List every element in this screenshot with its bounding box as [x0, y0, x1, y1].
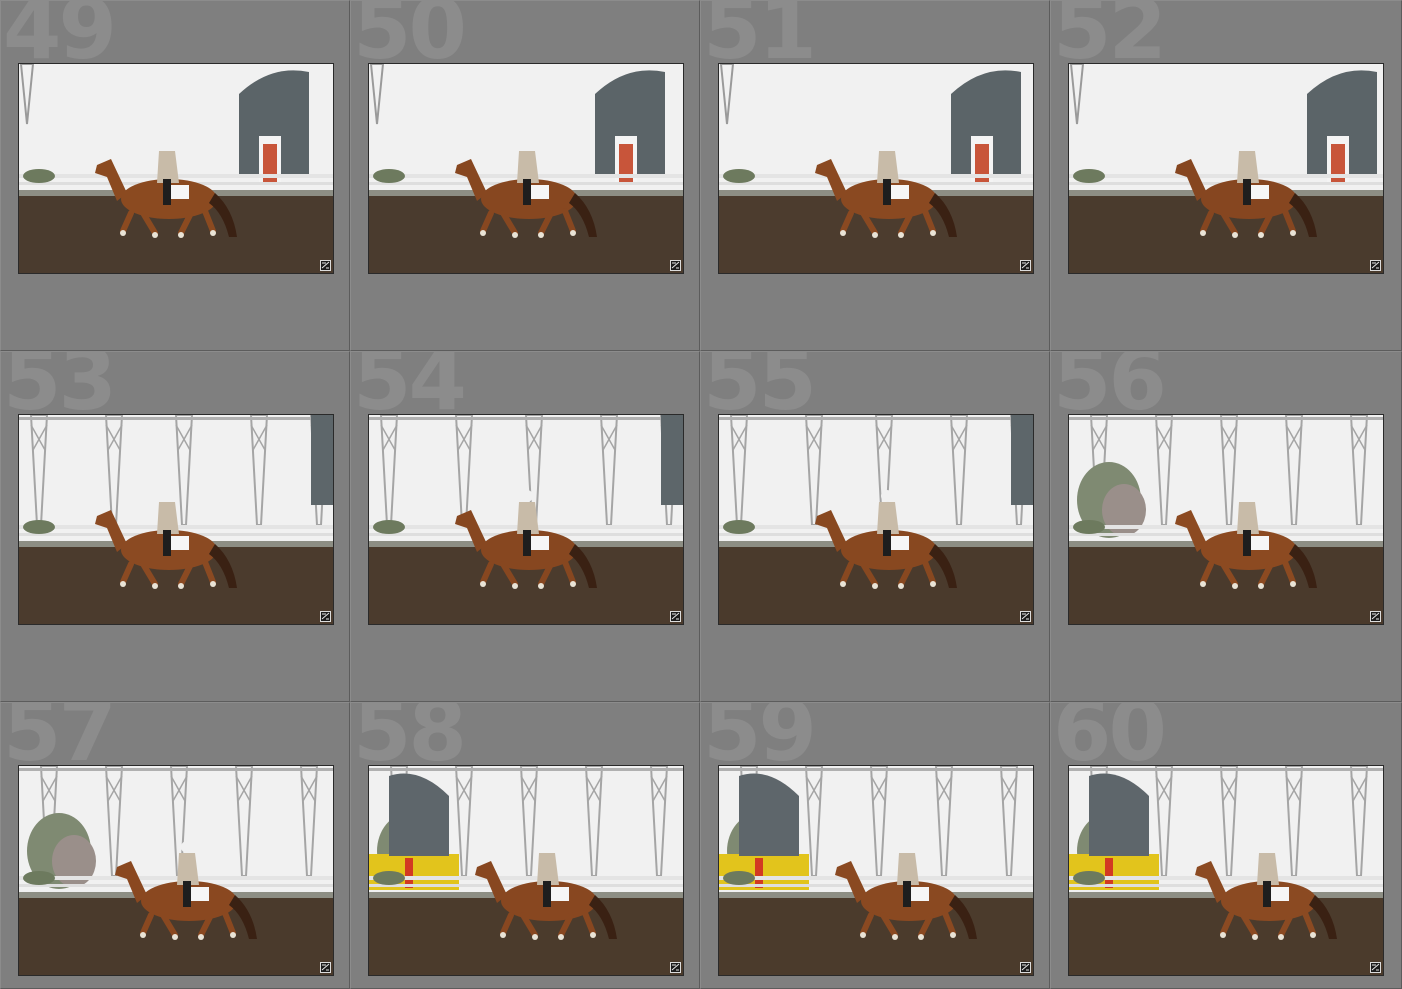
frame-number: 50: [353, 0, 467, 78]
photo-thumbnail[interactable]: [368, 765, 684, 976]
thumbnail-cell[interactable]: 57: [0, 702, 350, 989]
thumbnail-cell[interactable]: 60: [1050, 702, 1402, 989]
dressage-horse-photo: [719, 766, 1033, 975]
thumbnail-cell[interactable]: 58: [350, 702, 700, 989]
dressage-horse-photo: [719, 415, 1033, 624]
photo-thumbnail[interactable]: [18, 63, 334, 274]
thumbnail-cell[interactable]: 52: [1050, 0, 1402, 351]
frame-number: 55: [703, 351, 817, 429]
photo-thumbnail[interactable]: [718, 765, 1034, 976]
frame-number: 49: [3, 0, 117, 78]
edit-adjustments-icon[interactable]: [1020, 962, 1031, 973]
edit-adjustments-icon[interactable]: [320, 611, 331, 622]
dressage-horse-photo: [1069, 415, 1383, 624]
thumbnail-cell[interactable]: 55: [700, 351, 1050, 702]
frame-number: 57: [3, 702, 117, 780]
photo-thumbnail[interactable]: [1068, 765, 1384, 976]
edit-adjustments-icon[interactable]: [1370, 260, 1381, 271]
edit-adjustments-icon[interactable]: [1370, 611, 1381, 622]
frame-number: 52: [1053, 0, 1167, 78]
thumbnail-cell[interactable]: 53: [0, 351, 350, 702]
photo-thumbnail[interactable]: [18, 765, 334, 976]
thumbnail-cell[interactable]: 51: [700, 0, 1050, 351]
edit-adjustments-icon[interactable]: [1020, 260, 1031, 271]
dressage-horse-photo: [19, 415, 333, 624]
frame-number: 56: [1053, 351, 1167, 429]
dressage-horse-photo: [369, 415, 683, 624]
dressage-horse-photo: [1069, 64, 1383, 273]
edit-adjustments-icon[interactable]: [1370, 962, 1381, 973]
dressage-horse-photo: [369, 64, 683, 273]
photo-thumbnail[interactable]: [1068, 414, 1384, 625]
thumbnail-cell[interactable]: 59: [700, 702, 1050, 989]
dressage-horse-photo: [1069, 766, 1383, 975]
thumbnail-grid: 49 50 51 52 53 54 55 56 57 58 59 60: [0, 0, 1402, 989]
photo-thumbnail[interactable]: [18, 414, 334, 625]
dressage-horse-photo: [719, 64, 1033, 273]
frame-number: 51: [703, 0, 817, 78]
thumbnail-cell[interactable]: 49: [0, 0, 350, 351]
thumbnail-cell[interactable]: 54: [350, 351, 700, 702]
photo-thumbnail[interactable]: [368, 63, 684, 274]
photo-thumbnail[interactable]: [718, 63, 1034, 274]
edit-adjustments-icon[interactable]: [1020, 611, 1031, 622]
thumbnail-cell[interactable]: 50: [350, 0, 700, 351]
dressage-horse-photo: [19, 64, 333, 273]
frame-number: 58: [353, 702, 467, 780]
dressage-horse-photo: [19, 766, 333, 975]
thumbnail-cell[interactable]: 56: [1050, 351, 1402, 702]
edit-adjustments-icon[interactable]: [670, 962, 681, 973]
edit-adjustments-icon[interactable]: [320, 962, 331, 973]
photo-thumbnail[interactable]: [718, 414, 1034, 625]
frame-number: 53: [3, 351, 117, 429]
edit-adjustments-icon[interactable]: [320, 260, 331, 271]
photo-thumbnail[interactable]: [368, 414, 684, 625]
frame-number: 60: [1053, 702, 1167, 780]
frame-number: 59: [703, 702, 817, 780]
dressage-horse-photo: [369, 766, 683, 975]
photo-thumbnail[interactable]: [1068, 63, 1384, 274]
frame-number: 54: [353, 351, 467, 429]
edit-adjustments-icon[interactable]: [670, 611, 681, 622]
edit-adjustments-icon[interactable]: [670, 260, 681, 271]
